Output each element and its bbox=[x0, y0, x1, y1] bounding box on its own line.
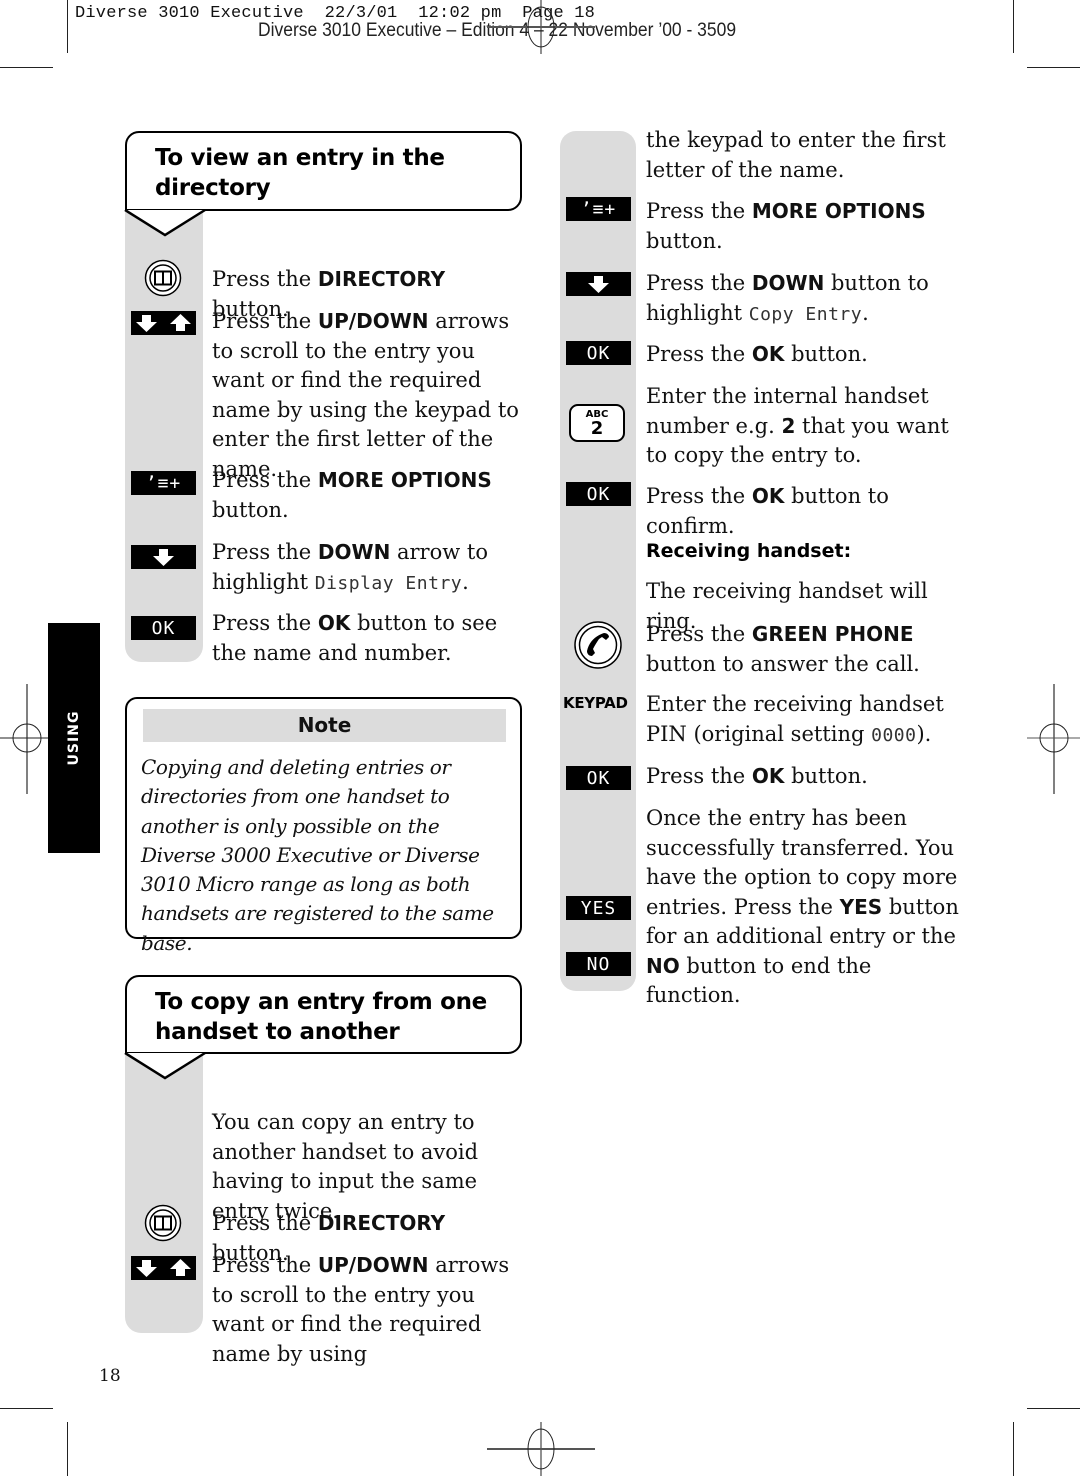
icon-column-right bbox=[560, 131, 636, 991]
green-phone-icon bbox=[574, 621, 622, 669]
step-copy-more-options: Press the MORE OPTIONS button. bbox=[646, 199, 926, 253]
step-copy-ok: Press the OK button. bbox=[646, 342, 868, 366]
step-view-more-options: Press the MORE OPTIONS button. bbox=[212, 468, 492, 522]
step-copy-more-entries: Once the entry has been successfully tra… bbox=[646, 806, 959, 1007]
step-receive-green-phone: Press the GREEN PHONE button to answer t… bbox=[646, 622, 920, 676]
ok-key-icon: OK bbox=[566, 766, 631, 790]
step-copy-down: Press the DOWN button to highlight Copy … bbox=[646, 271, 929, 325]
heading-pointer bbox=[124, 1051, 206, 1080]
continued-text: the keypad to enter the first letter of … bbox=[646, 128, 946, 182]
up-down-arrows-icon bbox=[131, 1256, 196, 1280]
section-tab-label: USING bbox=[66, 710, 82, 766]
more-options-icon: ʼ≡+ bbox=[566, 197, 631, 221]
directory-book-icon bbox=[144, 1204, 182, 1242]
no-key-icon: NO bbox=[566, 952, 631, 976]
crop-mark bbox=[0, 1408, 53, 1409]
step-receive-ok: Press the OK button. bbox=[646, 764, 868, 788]
step-copy-confirm: Press the OK button to confirm. bbox=[646, 484, 889, 538]
yes-key-icon: YES bbox=[566, 896, 631, 920]
keypad-label: KEYPAD bbox=[563, 694, 628, 712]
crop-mark bbox=[1013, 1422, 1014, 1476]
keypad-2-icon: ABC 2 bbox=[569, 404, 625, 442]
receiving-handset-heading: Receiving handset: bbox=[646, 540, 852, 562]
step-view-down: Press the DOWN arrow to highlight Displa… bbox=[212, 540, 488, 594]
note-title: Note bbox=[143, 709, 506, 742]
icon-column-copy bbox=[125, 1053, 203, 1333]
step-view-ok: Press the OK button to see the name and … bbox=[212, 611, 498, 665]
heading-pointer bbox=[124, 208, 206, 237]
ok-key-icon: OK bbox=[566, 482, 631, 506]
ok-key-icon: OK bbox=[566, 341, 631, 365]
section-title-view-entry: To view an entry in the directory bbox=[155, 145, 445, 201]
step-copy-updown: Press the UP/DOWN arrows to scroll to th… bbox=[212, 1253, 510, 1366]
section-title-copy-entry: To copy an entry from one handset to ano… bbox=[155, 989, 487, 1045]
directory-book-icon bbox=[144, 259, 182, 297]
down-arrow-icon bbox=[566, 272, 631, 296]
section-tab-using: USING bbox=[48, 623, 100, 853]
registration-mark-bottom bbox=[487, 1422, 595, 1476]
registration-mark-right bbox=[1027, 684, 1080, 794]
more-options-icon: ʼ≡+ bbox=[131, 471, 196, 495]
step-view-updown: Press the UP/DOWN arrows to scroll to th… bbox=[212, 309, 519, 481]
section-heading-copy-entry: To copy an entry from one handset to ano… bbox=[125, 975, 522, 1054]
section-heading-view-entry: To view an entry in the directory bbox=[125, 131, 522, 211]
step-copy-enter-handset: Enter the internal handset number e.g. 2… bbox=[646, 384, 949, 467]
crop-mark bbox=[67, 0, 68, 53]
down-arrow-icon bbox=[131, 545, 196, 569]
page-number: 18 bbox=[99, 1366, 121, 1386]
crop-mark bbox=[67, 1422, 68, 1476]
note-box: Note Copying and deleting entries or dir… bbox=[125, 697, 522, 955]
ok-key-icon: OK bbox=[131, 616, 196, 640]
note-body: Copying and deleting entries or director… bbox=[141, 755, 494, 955]
step-receive-pin: Enter the receiving handset PIN (origina… bbox=[646, 692, 944, 746]
crop-mark bbox=[1013, 0, 1014, 53]
registration-mark-top bbox=[487, 0, 595, 54]
crop-mark bbox=[1027, 1408, 1080, 1409]
crop-mark bbox=[1027, 67, 1080, 68]
up-down-arrows-icon bbox=[131, 311, 196, 335]
crop-mark bbox=[0, 67, 53, 68]
